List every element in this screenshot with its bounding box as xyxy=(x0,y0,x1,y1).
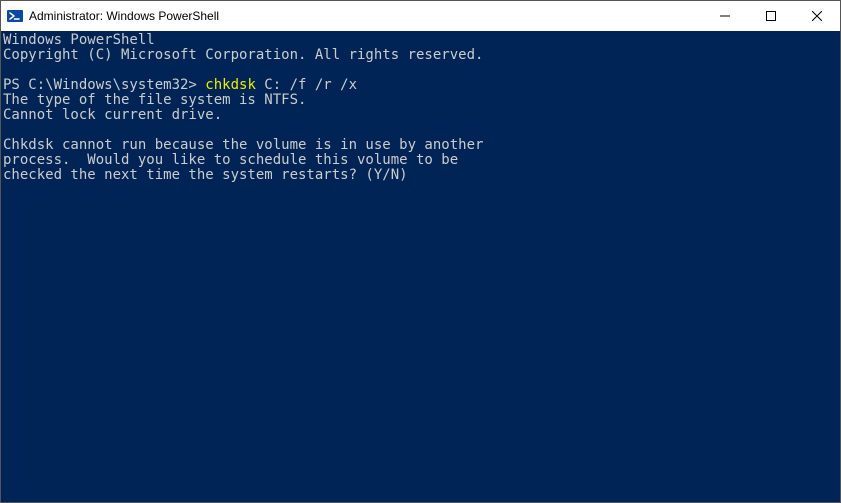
output-line: The type of the file system is NTFS. xyxy=(3,92,306,108)
window-controls xyxy=(702,1,840,31)
terminal-area[interactable]: Windows PowerShell Copyright (C) Microso… xyxy=(1,31,840,502)
output-line: Cannot lock current drive. xyxy=(3,107,222,123)
titlebar[interactable]: Administrator: Windows PowerShell xyxy=(1,1,840,31)
prompt-prefix: PS C:\Windows\system32> xyxy=(3,77,205,93)
powershell-window: Administrator: Windows PowerShell Window… xyxy=(0,0,841,503)
banner-line: Windows PowerShell xyxy=(3,32,155,48)
output-line: checked the next time the system restart… xyxy=(3,167,408,183)
close-button[interactable] xyxy=(794,1,840,31)
output-line: process. Would you like to schedule this… xyxy=(3,152,458,168)
banner-line: Copyright (C) Microsoft Corporation. All… xyxy=(3,47,483,63)
minimize-button[interactable] xyxy=(702,1,748,31)
powershell-icon xyxy=(7,8,23,24)
command-text: chkdsk xyxy=(205,77,256,93)
maximize-button[interactable] xyxy=(748,1,794,31)
window-title: Administrator: Windows PowerShell xyxy=(29,9,219,23)
output-line: Chkdsk cannot run because the volume is … xyxy=(3,137,483,153)
command-args: C: /f /r /x xyxy=(256,77,357,93)
